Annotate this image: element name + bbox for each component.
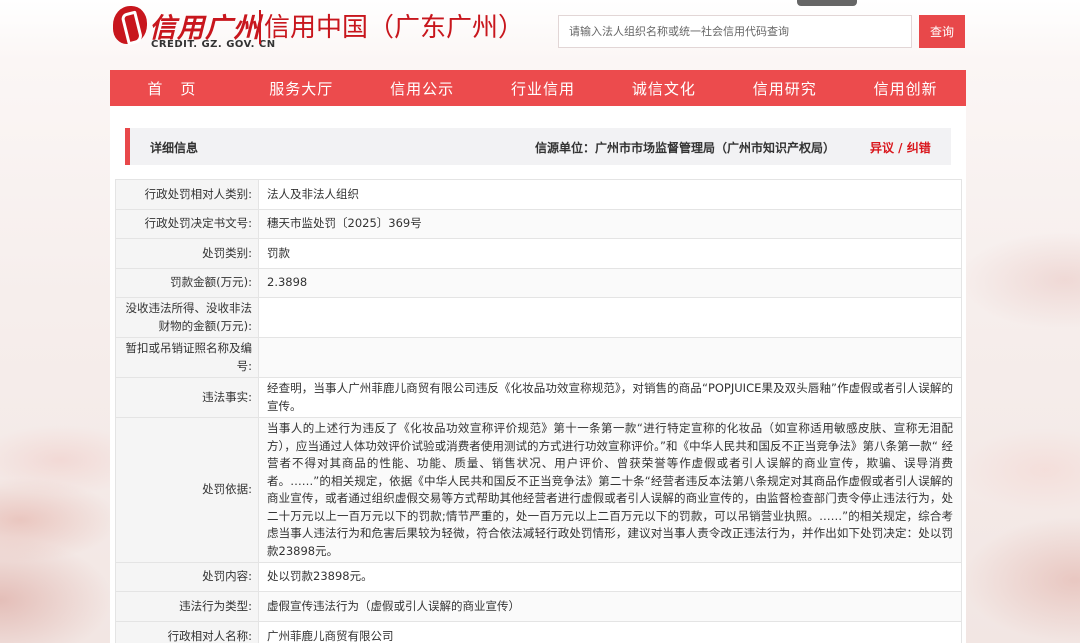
nav-item-credit-innovation[interactable]: 信用创新 xyxy=(845,70,966,106)
row-label: 处罚类别: xyxy=(115,238,259,269)
row-value: 罚款 xyxy=(258,238,962,269)
top-pull-tab xyxy=(797,0,857,6)
nav-item-industry-credit[interactable]: 行业信用 xyxy=(483,70,604,106)
credit-logo-icon xyxy=(113,6,147,44)
row-value: 当事人的上述行为违反了《化妆品功效宣称评价规范》第十一条第一款“进行特定宣称的化… xyxy=(258,417,962,563)
row-value: 穗天市监处罚〔2025〕369号 xyxy=(258,209,962,239)
row-label: 行政处罚决定书文号: xyxy=(115,209,259,239)
nav-item-integrity-culture[interactable]: 诚信文化 xyxy=(603,70,724,106)
search-input[interactable] xyxy=(558,15,912,48)
detail-info-bar: 详细信息 信源单位：广州市市场监督管理局（广州市知识产权局） 异议 / 纠错 xyxy=(125,128,951,165)
detail-panel: 详细信息 信源单位：广州市市场监督管理局（广州市知识产权局） 异议 / 纠错 行… xyxy=(110,106,966,643)
table-row: 违法事实: 经查明，当事人广州菲鹿儿商贸有限公司违反《化妆品功效宣称规范》，对销… xyxy=(115,377,962,418)
detail-title: 详细信息 xyxy=(150,141,199,155)
row-label: 没收违法所得、没收非法财物的金额(万元): xyxy=(115,297,259,338)
row-value: 广州菲鹿儿商贸有限公司 xyxy=(258,621,962,643)
row-label: 处罚依据: xyxy=(115,417,259,563)
table-row: 暂扣或吊销证照名称及编号: xyxy=(115,337,962,378)
table-row: 行政处罚相对人类别: 法人及非法人组织 xyxy=(115,179,962,210)
main-nav: 首页 服务大厅 信用公示 行业信用 诚信文化 信用研究 信用创新 xyxy=(110,70,966,106)
nav-item-credit-publicity[interactable]: 信用公示 xyxy=(362,70,483,106)
site-logo[interactable]: 信用广州 CREDIT. GZ. GOV. CN 信用中国（广东广州） xyxy=(113,2,524,54)
row-value xyxy=(258,297,962,338)
table-row: 行政处罚决定书文号: 穗天市监处罚〔2025〕369号 xyxy=(115,209,962,239)
row-value: 处以罚款23898元。 xyxy=(258,562,962,592)
table-row: 行政相对人名称: 广州菲鹿儿商贸有限公司 xyxy=(115,621,962,643)
detail-table: 行政处罚相对人类别: 法人及非法人组织 行政处罚决定书文号: 穗天市监处罚〔20… xyxy=(115,179,962,643)
logo-domain: CREDIT. GZ. GOV. CN xyxy=(151,39,276,50)
row-value xyxy=(258,337,962,378)
table-row: 违法行为类型: 虚假宣传违法行为（虚假或引人误解的商业宣传） xyxy=(115,591,962,622)
source-unit: 信源单位：广州市市场监督管理局（广州市知识产权局） xyxy=(535,141,836,155)
row-value: 法人及非法人组织 xyxy=(258,179,962,210)
logo-divider xyxy=(259,10,261,44)
background-decoration-right xyxy=(965,220,1080,643)
background-decoration-left xyxy=(0,220,115,643)
table-row: 处罚依据: 当事人的上述行为违反了《化妆品功效宣称评价规范》第十一条第一款“进行… xyxy=(115,417,962,563)
search-button[interactable]: 查询 xyxy=(919,15,965,48)
nav-item-home[interactable]: 首页 xyxy=(110,70,241,106)
row-label: 罚款金额(万元): xyxy=(115,268,259,298)
table-row: 处罚内容: 处以罚款23898元。 xyxy=(115,562,962,592)
site-header: 信用广州 CREDIT. GZ. GOV. CN 信用中国（广东广州） 查询 xyxy=(0,0,1080,70)
objection-link[interactable]: 异议 / 纠错 xyxy=(870,139,931,156)
table-row: 处罚类别: 罚款 xyxy=(115,238,962,269)
row-label: 行政处罚相对人类别: xyxy=(115,179,259,210)
table-row: 没收违法所得、没收非法财物的金额(万元): xyxy=(115,297,962,338)
nav-item-credit-research[interactable]: 信用研究 xyxy=(724,70,845,106)
row-label: 违法事实: xyxy=(115,377,259,418)
row-value: 虚假宣传违法行为（虚假或引人误解的商业宣传） xyxy=(258,591,962,622)
row-label: 违法行为类型: xyxy=(115,591,259,622)
row-label: 暂扣或吊销证照名称及编号: xyxy=(115,337,259,378)
row-value: 2.3898 xyxy=(258,268,962,298)
row-value: 经查明，当事人广州菲鹿儿商贸有限公司违反《化妆品功效宣称规范》，对销售的商品“P… xyxy=(258,377,962,418)
row-label: 处罚内容: xyxy=(115,562,259,592)
nav-item-service-hall[interactable]: 服务大厅 xyxy=(241,70,362,106)
logo-subtitle: 信用中国（广东广州） xyxy=(264,13,525,43)
row-label: 行政相对人名称: xyxy=(115,621,259,643)
table-row: 罚款金额(万元): 2.3898 xyxy=(115,268,962,298)
